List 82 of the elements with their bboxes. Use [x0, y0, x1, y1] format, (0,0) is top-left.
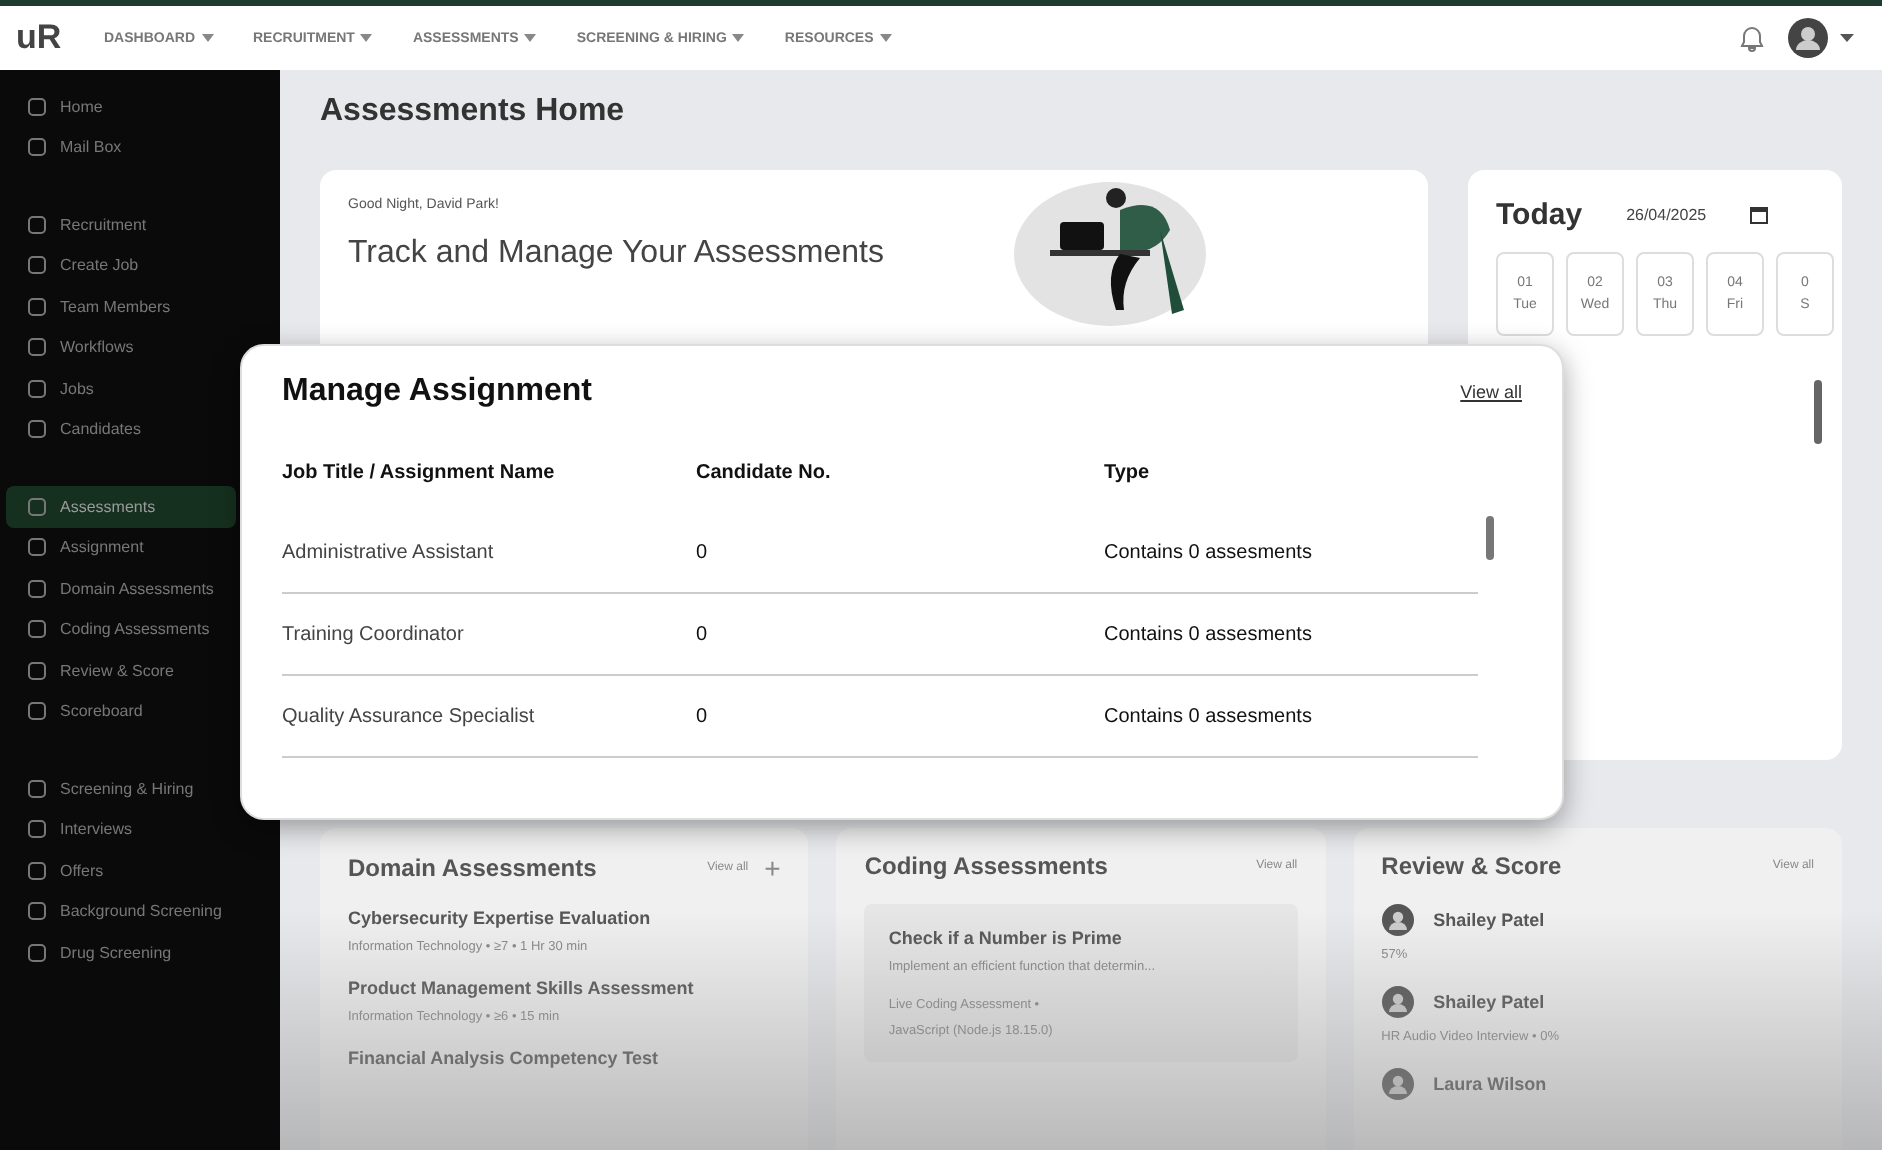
- bell-icon[interactable]: [1740, 25, 1764, 51]
- today-title: Today: [1496, 198, 1583, 232]
- assessment-title[interactable]: Cybersecurity Expertise Evaluation: [348, 908, 781, 928]
- sidebar-item[interactable]: Assignment: [6, 527, 236, 568]
- menu-item-icon: [28, 297, 46, 316]
- menu-item-icon: [28, 861, 46, 880]
- calendar-icon[interactable]: [1750, 206, 1769, 224]
- sidebar-item[interactable]: Offers: [6, 850, 236, 891]
- avatar-icon: [1381, 1068, 1414, 1100]
- table-cell-text: Contains 0 assesments: [1104, 541, 1314, 563]
- scrollbar-thumb[interactable]: [1814, 380, 1822, 444]
- sidebar-item[interactable]: Recruitment: [6, 204, 236, 245]
- card-title: Coding Assessments: [864, 852, 1110, 880]
- menu-item-icon: [28, 420, 46, 439]
- caret-icon: [524, 34, 537, 42]
- assessment-title[interactable]: Financial Analysis Competency Test: [348, 1048, 781, 1068]
- date-text: 26/04/2025: [1626, 206, 1707, 224]
- menu-item-icon: [28, 779, 46, 798]
- avatar-icon: [1381, 904, 1414, 936]
- sidebar-item[interactable]: Domain Assessments: [6, 568, 236, 609]
- caret-icon: [360, 34, 373, 42]
- menu-item-icon: [28, 497, 46, 516]
- assessment-title[interactable]: Product Management Skills Assessment: [348, 978, 781, 998]
- menu-item-icon: [28, 820, 46, 839]
- candidate-name[interactable]: Shailey Patel: [1433, 992, 1545, 1012]
- scrollbar-thumb[interactable]: [1486, 516, 1494, 560]
- sidebar-item[interactable]: Team Members: [6, 286, 236, 327]
- table-cell-text: 0: [696, 541, 710, 563]
- welcome-heading: Track and Manage Your Assessments: [348, 236, 884, 272]
- menu-item-icon: [28, 538, 46, 557]
- add-button[interactable]: +: [764, 852, 781, 884]
- menu-item-icon: [28, 620, 46, 639]
- table-cell-text: Training Coordinator: [282, 623, 466, 645]
- sidebar-item[interactable]: Assessments: [6, 486, 236, 527]
- sidebar-item[interactable]: Screening & Hiring: [6, 768, 236, 809]
- menu-item-icon: [28, 97, 46, 116]
- sidebar-item[interactable]: Drug Screening: [6, 932, 236, 973]
- assessment-title: Check if a Number is Prime: [888, 928, 1124, 948]
- caret-icon: [732, 34, 745, 42]
- sidebar-item[interactable]: Home: [6, 86, 236, 127]
- sidebar-item[interactable]: Background Screening: [6, 891, 236, 932]
- menu-item-icon: [28, 661, 46, 680]
- candidate-name[interactable]: Laura Wilson: [1433, 1074, 1547, 1094]
- sidebar-item[interactable]: Review & Score: [6, 650, 236, 691]
- table-cell-text: Quality Assurance Specialist: [282, 705, 537, 727]
- sidebar-item[interactable]: Create Job: [6, 245, 236, 286]
- logo[interactable]: uR: [16, 18, 104, 58]
- sidebar-item[interactable]: Coding Assessments: [6, 609, 236, 650]
- view-all-link[interactable]: View all: [1460, 382, 1522, 402]
- caret-icon: [879, 34, 892, 42]
- sidebar-item[interactable]: Mail Box: [6, 127, 236, 168]
- table-cell-text: 0: [696, 623, 710, 645]
- card-title: Domain Assessments: [348, 854, 599, 882]
- avatar-icon[interactable]: [1788, 18, 1828, 58]
- menu-item-icon: [28, 579, 46, 598]
- column-header: Candidate No.: [696, 462, 833, 484]
- table-cell-text: Administrative Assistant: [282, 541, 496, 563]
- avatar-icon: [1381, 986, 1414, 1018]
- menu-item-icon: [28, 215, 46, 234]
- table-cell-text: Contains 0 assesments: [1104, 623, 1314, 645]
- menu-item-icon: [28, 702, 46, 721]
- sidebar-item[interactable]: Workflows: [6, 327, 236, 368]
- table-cell-text: Contains 0 assesments: [1104, 705, 1314, 727]
- menu-item-icon: [28, 256, 46, 275]
- menu-item-icon: [28, 379, 46, 398]
- sidebar-item[interactable]: Candidates: [6, 409, 236, 450]
- menu-item-icon: [28, 902, 46, 921]
- menu-item-icon: [28, 138, 46, 157]
- page-title: Assessments Home: [320, 94, 627, 130]
- card-title: Review & Score: [1381, 852, 1564, 880]
- column-header: Type: [1104, 462, 1152, 484]
- menu-item-icon: [28, 338, 46, 357]
- caret-icon[interactable]: [1840, 34, 1854, 42]
- panel-title: Manage Assignment: [282, 374, 592, 410]
- sidebar-item[interactable]: Scoreboard: [6, 691, 236, 732]
- sidebar-item[interactable]: Interviews: [6, 809, 236, 850]
- menu-item-icon: [28, 943, 46, 962]
- candidate-name[interactable]: Shailey Patel: [1433, 910, 1545, 930]
- sidebar-item[interactable]: Jobs: [6, 368, 236, 409]
- caret-icon: [201, 34, 213, 42]
- column-header: Job Title / Assignment Name: [282, 462, 557, 484]
- table-cell-text: 0: [696, 705, 710, 727]
